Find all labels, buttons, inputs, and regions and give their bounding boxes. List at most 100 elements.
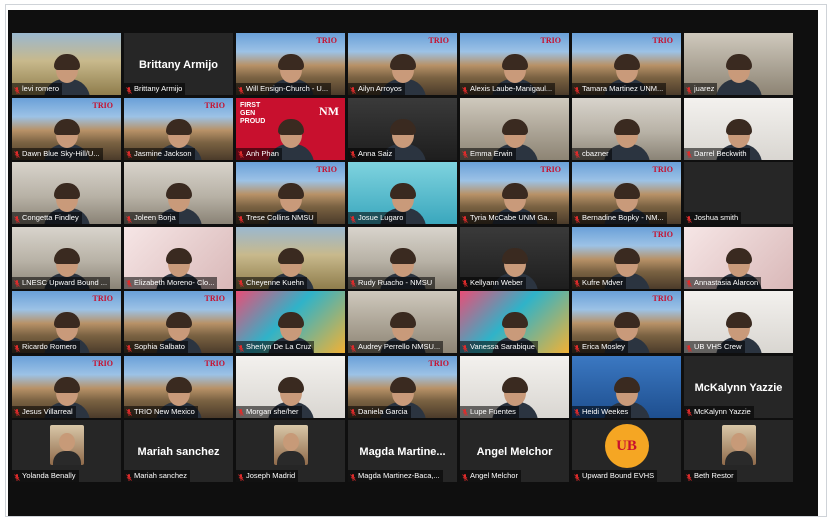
participant-name: Joshua smith xyxy=(694,213,739,222)
participant-name: Will Ensign-Church - U... xyxy=(246,84,329,93)
participant-tile[interactable]: TRIO Erica Mosley xyxy=(572,291,681,353)
participant-tile[interactable]: TRIO Trese Collins NMSU xyxy=(236,162,345,224)
participant-tile[interactable]: Angel Melchor Angel Melchor xyxy=(460,420,569,482)
muted-mic-icon xyxy=(14,473,20,481)
muted-mic-icon xyxy=(686,215,692,223)
muted-mic-icon xyxy=(350,344,356,352)
participant-tile[interactable]: Sherlyn De La Cruz xyxy=(236,291,345,353)
participant-tile[interactable]: TRIO Alexis Laube-Manigaul... xyxy=(460,33,569,95)
participant-name-label: Upward Bound EVHS xyxy=(572,470,658,482)
participant-name: Audrey Perrello NMSU... xyxy=(358,342,441,351)
muted-mic-icon xyxy=(350,279,356,287)
participant-tile[interactable]: Joleen Borja xyxy=(124,162,233,224)
participant-tile[interactable]: TRIO Tamara Martinez UNM... xyxy=(572,33,681,95)
profile-photo xyxy=(721,425,756,465)
participant-tile[interactable]: Darrel Beckwith xyxy=(684,97,793,160)
muted-mic-icon xyxy=(462,150,468,158)
participant-tile[interactable]: TRIO Will Ensign-Church - U... xyxy=(236,33,345,95)
participant-tile[interactable]: TRIO TRIO New Mexico xyxy=(124,355,233,418)
participant-name: Tamara Martinez UNM... xyxy=(582,84,664,93)
participant-tile[interactable]: LNESC Upward Bound ... xyxy=(12,226,121,289)
participant-tile[interactable]: FIRST GEN PROUD NM Anh Phan xyxy=(236,97,345,160)
participant-tile[interactable]: McKalynn Yazzie McKalynn Yazzie xyxy=(684,355,793,418)
participant-tile[interactable]: Audrey Perrello NMSU... xyxy=(348,291,457,353)
participant-name-label: Anna Saiz xyxy=(348,147,396,160)
participant-tile[interactable]: UB Upward Bound EVHS xyxy=(572,420,681,482)
participant-tile[interactable]: Anna Saiz xyxy=(348,97,457,160)
participant-tile[interactable]: TRIO Kufre Mdver xyxy=(572,226,681,289)
muted-mic-icon xyxy=(350,215,356,223)
participant-name: Erica Mosley xyxy=(582,342,625,351)
participant-tile[interactable]: Lupe Fuentes xyxy=(460,355,569,418)
participant-tile[interactable]: TRIO Ricardo Romero xyxy=(12,291,121,353)
participant-name: Vanessa Sarabique xyxy=(470,342,535,351)
participant-tile[interactable]: TRIO Jesus Villarreal xyxy=(12,355,121,418)
participant-name-label: Audrey Perrello NMSU... xyxy=(348,341,444,353)
participant-tile[interactable]: Annastasia Alarcon xyxy=(684,226,793,289)
participant-name-label: Dawn Blue Sky-Hill/U... xyxy=(12,147,103,160)
participant-tile[interactable]: Josue Lugaro xyxy=(348,162,457,224)
participant-tile[interactable]: Mariah sanchez Mariah sanchez xyxy=(124,420,233,482)
muted-mic-icon xyxy=(462,473,468,481)
unm-logo: NM xyxy=(319,103,339,118)
muted-mic-icon xyxy=(238,473,244,481)
participant-tile[interactable]: Cheyenne Kuehn xyxy=(236,226,345,289)
participant-tile[interactable]: cbazner xyxy=(572,97,681,160)
participant-name-label: Morgan she/her xyxy=(236,405,302,418)
participant-name: Jasmine Jackson xyxy=(134,148,192,158)
muted-mic-icon xyxy=(238,408,244,416)
participant-tile[interactable]: Brittany Armijo Brittany Armijo xyxy=(124,33,233,95)
participant-name: cbazner xyxy=(582,148,609,158)
muted-mic-icon xyxy=(126,473,132,481)
participant-tile[interactable]: Magda Martine... Magda Martinez-Baca,... xyxy=(348,420,457,482)
participant-tile[interactable]: Vanessa Sarabique xyxy=(460,291,569,353)
muted-mic-icon xyxy=(686,473,692,481)
participant-tile[interactable]: Rudy Ruacho - NMSU xyxy=(348,226,457,289)
muted-mic-icon xyxy=(350,86,356,94)
participant-tile[interactable]: TRIO Jasmine Jackson xyxy=(124,97,233,160)
participant-tile[interactable]: Kellyann Weber xyxy=(460,226,569,289)
participant-name-label: Alexis Laube-Manigaul... xyxy=(460,83,556,95)
muted-mic-icon xyxy=(14,279,20,287)
participant-tile[interactable]: TRIO Ailyn Arroyos xyxy=(348,33,457,95)
participant-tile[interactable]: Joshua smith xyxy=(684,162,793,224)
participant-tile[interactable]: TRIO Sophia Salbato xyxy=(124,291,233,353)
participant-name: Anh Phan xyxy=(246,148,279,158)
participant-tile[interactable]: Yolanda Benally xyxy=(12,420,121,482)
muted-mic-icon xyxy=(14,344,20,352)
muted-mic-icon xyxy=(238,344,244,352)
participant-name: Congetta Findley xyxy=(22,213,79,222)
participant-tile[interactable]: juarez xyxy=(684,33,793,95)
muted-mic-icon xyxy=(686,408,692,416)
muted-mic-icon xyxy=(350,408,356,416)
participant-tile[interactable]: UB VHS Crew xyxy=(684,291,793,353)
participant-name: Upward Bound EVHS xyxy=(582,471,655,480)
participant-name: LNESC Upward Bound ... xyxy=(22,277,108,287)
participant-name-label: Tamara Martinez UNM... xyxy=(572,83,667,95)
participant-tile[interactable]: Heidi Weekes xyxy=(572,355,681,418)
participant-tile[interactable]: TRIO Daniela Garcia xyxy=(348,355,457,418)
participant-tile[interactable]: Beth Restor xyxy=(684,420,793,482)
participant-name: Cheyenne Kuehn xyxy=(246,277,304,287)
participant-name-label: Darrel Beckwith xyxy=(684,147,750,160)
participant-tile[interactable]: Congetta Findley xyxy=(12,162,121,224)
participant-name: Annastasia Alarcon xyxy=(694,277,759,287)
participant-name-label: Kellyann Weber xyxy=(460,276,526,289)
participant-tile[interactable]: TRIO Dawn Blue Sky-Hill/U... xyxy=(12,97,121,160)
participant-name: Emma Erwin xyxy=(470,148,513,158)
participant-name-label: levi romero xyxy=(12,83,63,95)
participant-name-label: Ricardo Romero xyxy=(12,341,80,353)
participant-tile[interactable]: levi romero xyxy=(12,33,121,95)
participant-tile[interactable]: Morgan she/her xyxy=(236,355,345,418)
participant-tile[interactable]: TRIO Tyria McCabe UNM Ga... xyxy=(460,162,569,224)
participant-tile[interactable]: Joseph Madrid xyxy=(236,420,345,482)
participant-name: Elizabeth Moreno- Clo... xyxy=(134,277,215,287)
muted-mic-icon xyxy=(574,86,580,94)
participant-tile[interactable]: Emma Erwin xyxy=(460,97,569,160)
participant-name: Trese Collins NMSU xyxy=(246,213,314,222)
participant-name-label: Lupe Fuentes xyxy=(460,405,519,418)
participant-tile[interactable]: Elizabeth Moreno- Clo... xyxy=(124,226,233,289)
participant-tile[interactable]: TRIO Bernadine Bopky - NM... xyxy=(572,162,681,224)
participant-name-label: Will Ensign-Church - U... xyxy=(236,83,332,95)
muted-mic-icon xyxy=(462,408,468,416)
